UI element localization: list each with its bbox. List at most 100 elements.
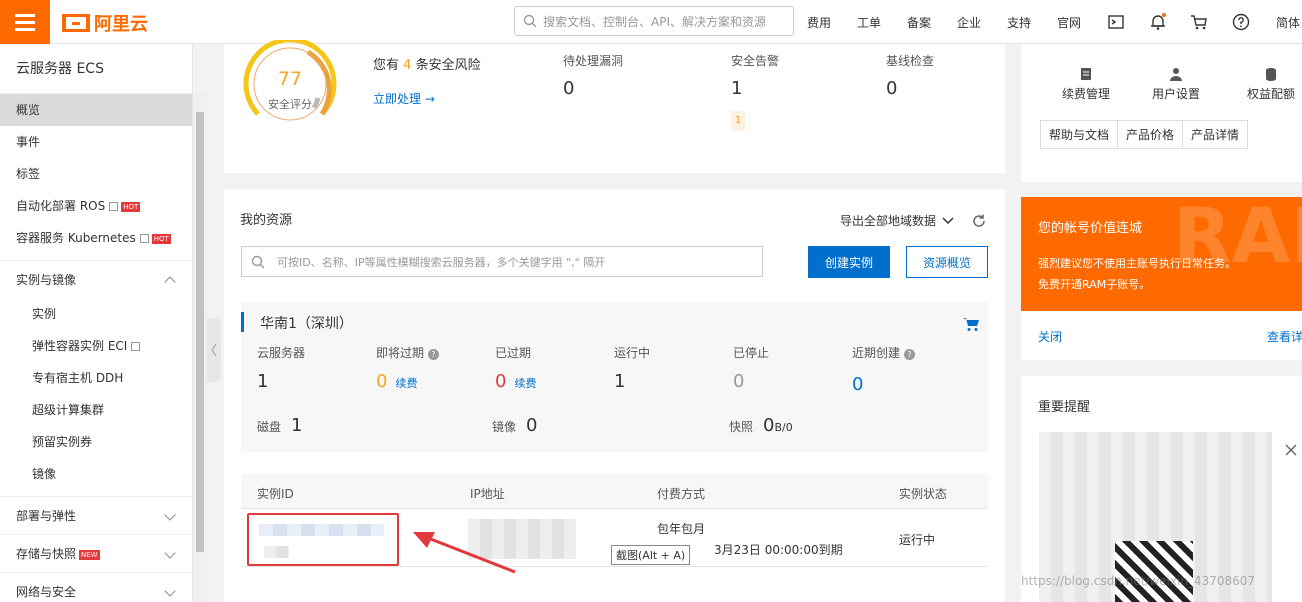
blog-watermark: https://blog.csdn.net/weixin_43708607 [1021, 574, 1256, 588]
notification-bell-icon[interactable] [1148, 12, 1168, 32]
stat-stopped-value[interactable]: 0 [733, 371, 744, 392]
alarm-value[interactable]: 1 [731, 78, 742, 99]
user-settings-link[interactable]: 用户设置 [1151, 66, 1201, 102]
sidebar-item-overview[interactable]: 概览 [0, 94, 192, 126]
image-value[interactable]: 0 [526, 415, 537, 436]
disk-value[interactable]: 1 [291, 415, 302, 436]
nav-enterprise[interactable]: 企业 [957, 0, 981, 44]
sidebar-item-eci[interactable]: 弹性容器实例 ECI [0, 330, 192, 362]
quota-link[interactable]: 权益配额 [1243, 66, 1299, 102]
stat-expiring-value[interactable]: 0 [376, 371, 387, 392]
renew-link[interactable]: 续费 [514, 375, 536, 391]
close-icon[interactable] [1285, 444, 1297, 456]
vuln-value[interactable]: 0 [563, 78, 574, 99]
ram-title: 您的帐号价值连城 [1038, 221, 1143, 236]
quick-link-label: 权益配额 [1246, 87, 1295, 101]
stat-recent-value[interactable]: 0 [852, 374, 863, 395]
sidebar-group-label: 存储与快照 [16, 547, 77, 561]
nav-item-label: 官网 [1057, 15, 1082, 30]
global-search-input[interactable]: 搜索文档、控制台、API、解决方案和资源 [514, 6, 794, 36]
expiry-value: 3月23日 00:00:00到期 [714, 543, 843, 557]
pricing-tab[interactable]: 产品价格 [1118, 121, 1184, 148]
sidebar: 云服务器 ECS 概览 事件 标签 自动化部署 ROS HOT 容器服务 Kube… [0, 44, 193, 602]
terminal-icon[interactable] [1106, 12, 1126, 32]
stat-ecs-value[interactable]: 1 [257, 371, 268, 392]
quick-link-label: 续费管理 [1061, 87, 1110, 101]
refresh-icon[interactable] [971, 213, 987, 229]
help-docs-tab[interactable]: 帮助与文档 [1041, 121, 1119, 148]
instance-table-header [241, 474, 988, 509]
nav-icp[interactable]: 备案 [907, 0, 931, 44]
sidebar-collapse-toggle[interactable] [207, 318, 221, 382]
sidebar-group-network[interactable]: 网络与安全 [0, 572, 192, 602]
nav-fees[interactable]: 费用 [807, 0, 831, 44]
external-link-icon [131, 342, 141, 351]
stat-recent-text: 近期创建 [852, 346, 901, 360]
nav-official-site[interactable]: 官网 [1057, 0, 1081, 44]
stat-expiring: 0 续费 [376, 371, 417, 392]
sidebar-item-tags[interactable]: 标签 [0, 158, 192, 190]
hamburger-menu-button[interactable] [0, 0, 50, 44]
resource-overview-button[interactable]: 资源概览 [906, 246, 988, 278]
resource-search-input[interactable]: 可按ID、名称、IP等属性模糊搜索云服务器，多个关键字用 "," 隔开 [241, 246, 763, 277]
external-link-icon [139, 234, 149, 243]
sidebar-item-instances[interactable]: 实例 [0, 298, 192, 330]
baseline-value[interactable]: 0 [886, 78, 897, 99]
product-details-tab[interactable]: 产品详情 [1183, 121, 1247, 148]
chevron-down-icon [164, 547, 176, 559]
help-icon[interactable] [1231, 12, 1251, 32]
security-score: 77 [277, 68, 303, 90]
cart-icon[interactable] [1189, 12, 1209, 32]
aliyun-logo[interactable]: 阿里云 [62, 10, 148, 36]
sidebar-item-kubernetes[interactable]: 容器服务 Kubernetes HOT [0, 222, 192, 254]
create-instance-button[interactable]: 创建实例 [808, 246, 890, 278]
sidebar-item-ros[interactable]: 自动化部署 ROS HOT [0, 190, 192, 222]
sidebar-item-label: 自动化部署 ROS [16, 199, 106, 213]
sidebar-item-images[interactable]: 镜像 [0, 458, 192, 490]
ram-view-details-link[interactable]: 查看详 [1267, 328, 1302, 345]
col-pay-type: 付费方式 [657, 487, 706, 501]
handle-now-link[interactable]: 立即处理 → [373, 90, 435, 107]
ram-line2: 免费开通RAM子账号。 [1038, 278, 1151, 291]
cart-icon[interactable] [962, 316, 980, 332]
ram-close-link[interactable]: 关闭 [1038, 328, 1062, 345]
renewal-mgmt-link[interactable]: 续费管理 [1061, 66, 1111, 102]
region-name[interactable]: 华南1（深圳） [260, 313, 353, 333]
sidebar-group-deploy[interactable]: 部署与弹性 [0, 496, 192, 534]
baseline-label: 基线检查 [886, 54, 935, 68]
nav-tickets[interactable]: 工单 [857, 0, 881, 44]
sidebar-item-scc[interactable]: 超级计算集群 [0, 394, 192, 426]
renew-link[interactable]: 续费 [395, 375, 417, 391]
sidebar-scroll-thumb[interactable] [196, 112, 204, 552]
sidebar-item-reserved[interactable]: 预留实例券 [0, 426, 192, 458]
risk-prefix: 您有 [373, 58, 400, 73]
stat-stopped-label: 已停止 [733, 346, 770, 360]
resource-search-placeholder: 可按ID、名称、IP等属性模糊搜索云服务器，多个关键字用 "," 隔开 [277, 255, 606, 269]
stat-expired: 0 续费 [495, 371, 536, 392]
snapshot-value[interactable]: 0B/0 [763, 415, 793, 436]
aliyun-logo-icon [62, 14, 90, 32]
ram-line1: 强烈建议您不使用主账号执行日常任务。 [1038, 257, 1236, 270]
notice-card: 重要提醒 https://blog.csdn.net/weixin_437086… [1021, 376, 1302, 602]
sidebar-item-events[interactable]: 事件 [0, 126, 192, 158]
sidebar-group-instances-images[interactable]: 实例与镜像 [0, 260, 192, 298]
stat-running-value[interactable]: 1 [614, 371, 625, 392]
nav-item-label: 费用 [807, 15, 832, 30]
sidebar-item-label: 镜像 [32, 467, 57, 481]
qr-code-image [1115, 541, 1193, 602]
stat-expired-value[interactable]: 0 [495, 371, 506, 392]
sidebar-item-label: 实例 [32, 307, 57, 321]
sidebar-group-storage[interactable]: 存储与快照 NEW [0, 534, 192, 572]
language-switch[interactable]: 简体 [1276, 0, 1300, 44]
user-icon [1170, 68, 1182, 81]
nav-support[interactable]: 支持 [1007, 0, 1031, 44]
tooltip: 截图(Alt + A) [611, 545, 691, 565]
alarm-label: 安全告警 [731, 54, 780, 68]
sidebar-item-label: 预留实例券 [32, 435, 93, 449]
alarm-tag: 1 [731, 111, 745, 131]
stat-running-label: 运行中 [614, 346, 651, 360]
sidebar-item-ddh[interactable]: 专有宿主机 DDH [0, 362, 192, 394]
disk-label: 磁盘 [257, 420, 282, 434]
export-all-regions[interactable]: 导出全部地域数据 [840, 212, 954, 229]
ram-banner[interactable]: RAM 您的帐号价值连城 强烈建议您不使用主账号执行日常任务。 免费开通RAM子… [1021, 197, 1302, 311]
